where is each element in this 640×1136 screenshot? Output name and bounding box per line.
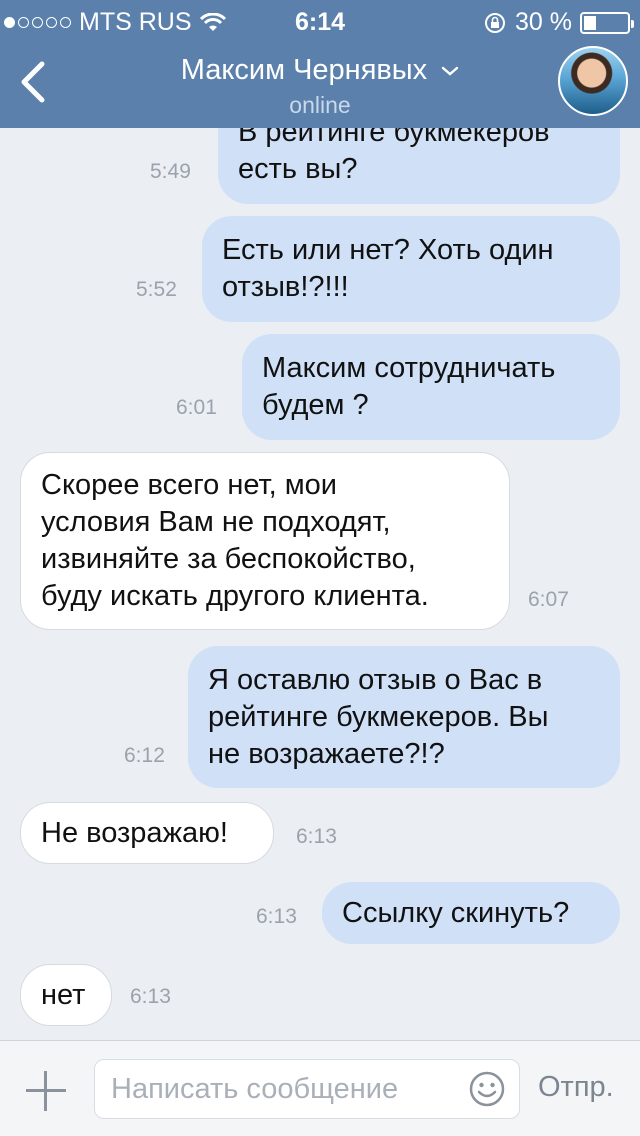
message-time: 6:13 <box>296 825 337 848</box>
message-text: нет <box>41 978 86 1011</box>
battery-group: 30 % <box>483 8 634 37</box>
message-time: 6:13 <box>130 985 171 1008</box>
contact-name: Максим Чернявых <box>180 54 428 86</box>
message-text: Есть или нет? Хоть один отзыв!?!!! <box>222 234 554 303</box>
message-bubble[interactable]: нет <box>20 964 112 1026</box>
message-text: Скорее всего нет, мои условия Вам не под… <box>41 469 429 612</box>
presence-status: online <box>289 92 351 118</box>
avatar[interactable] <box>558 46 628 116</box>
send-button[interactable]: Отпр. <box>538 1071 614 1104</box>
battery-icon <box>580 11 634 34</box>
message-text: Максим сотрудничать будем ? <box>262 352 556 421</box>
message-bubble[interactable]: Не возражаю! <box>20 802 274 864</box>
message-text: Ссылку скинуть? <box>342 896 570 929</box>
plus-icon[interactable] <box>26 1071 66 1111</box>
message-bubble[interactable]: В рейтинге букмекеров есть вы? <box>218 128 620 204</box>
message-input[interactable] <box>111 1060 451 1118</box>
message-list[interactable]: В рейтинге букмекеров есть вы? 5:49 Есть… <box>0 128 640 1040</box>
message-bubble[interactable]: Ссылку скинуть? <box>322 882 620 944</box>
battery-percent: 30 % <box>515 8 572 36</box>
chevron-down-icon <box>442 67 459 76</box>
message-time: 6:07 <box>528 588 569 611</box>
message-bubble[interactable]: Максим сотрудничать будем ? <box>242 334 620 440</box>
message-time: 6:01 <box>176 396 217 419</box>
nav-header: MTS RUS 6:14 30 % Максим Чернявых online <box>0 0 640 128</box>
message-bubble[interactable]: Я оставлю отзыв о Вас в рейтинге букмеке… <box>188 646 620 788</box>
message-text: Не возражаю! <box>41 816 228 849</box>
message-text: В рейтинге букмекеров есть вы? <box>238 128 550 185</box>
message-time: 5:49 <box>150 160 191 183</box>
message-time: 6:12 <box>124 744 165 767</box>
rotation-lock-icon <box>485 12 506 33</box>
status-bar: MTS RUS 6:14 30 % <box>0 0 640 40</box>
emoji-icon[interactable] <box>469 1071 505 1107</box>
message-field[interactable] <box>94 1059 520 1119</box>
message-time: 5:52 <box>136 278 177 301</box>
chat-title[interactable]: Максим Чернявых <box>0 54 640 87</box>
message-composer: Отпр. <box>0 1040 640 1136</box>
message-text: Я оставлю отзыв о Вас в рейтинге букмеке… <box>208 663 549 770</box>
message-time: 6:13 <box>256 905 297 928</box>
message-bubble[interactable]: Есть или нет? Хоть один отзыв!?!!! <box>202 216 620 322</box>
message-bubble[interactable]: Скорее всего нет, мои условия Вам не под… <box>20 452 510 630</box>
